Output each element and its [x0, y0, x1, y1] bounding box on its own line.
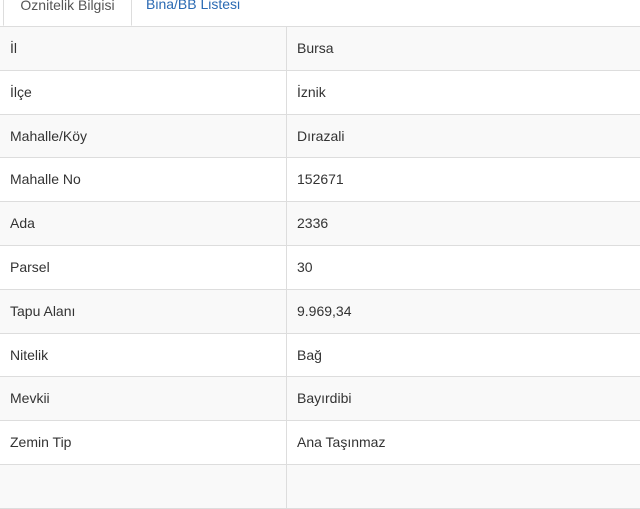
table-row: Mahalle/Köy Dırazali [0, 114, 640, 159]
row-value: Bağ [297, 346, 322, 363]
row-label: Mahalle No [10, 171, 81, 188]
row-value: Ana Taşınmaz [297, 434, 386, 451]
column-divider [286, 289, 287, 333]
row-value: 9.969,34 [297, 302, 352, 319]
table-row: İlçe İznik [0, 70, 640, 115]
table-row: Tapu Alanı 9.969,34 [0, 289, 640, 334]
row-value: Bursa [297, 40, 334, 56]
table-row [0, 464, 640, 509]
table-row: Mevkii Bayırdibi [0, 377, 640, 422]
row-value: 152671 [297, 171, 344, 188]
column-divider [286, 70, 287, 114]
column-divider [286, 464, 287, 508]
row-label: Nitelik [10, 346, 49, 363]
row-label: İlçe [10, 83, 32, 100]
table-row: Nitelik Bağ [0, 333, 640, 378]
tab-bina-bb-listesi[interactable]: Bina/BB Listesi [146, 0, 240, 26]
row-value: Bayırdibi [297, 390, 352, 407]
row-value: İznik [297, 83, 326, 100]
table-row: İl Bursa [0, 27, 640, 71]
table-row: Mahalle No 152671 [0, 158, 640, 203]
row-label: Zemin Tip [10, 434, 72, 451]
row-value: 30 [297, 258, 313, 275]
column-divider [286, 114, 287, 158]
column-divider [286, 377, 287, 421]
row-label: Mahalle/Köy [10, 127, 88, 144]
tab-oznitelik-bilgisi[interactable]: Öznitelik Bilgisi [3, 0, 132, 26]
row-label: Tapu Alanı [10, 302, 76, 319]
column-divider [286, 27, 287, 70]
table-row: Parsel 30 [0, 245, 640, 290]
row-label: Ada [10, 215, 35, 232]
column-divider [286, 421, 287, 464]
column-divider [286, 245, 287, 289]
column-divider [286, 333, 287, 377]
row-label: Mevkii [10, 390, 50, 407]
row-label: İl [10, 40, 17, 56]
column-divider [286, 202, 287, 245]
attribute-table: İl Bursa İlçe İznik Mahalle/Köy Dırazali… [0, 27, 640, 509]
row-value: Dırazali [297, 127, 345, 144]
tab-bar: Öznitelik Bilgisi Bina/BB Listesi [0, 0, 640, 27]
table-row: Ada 2336 [0, 202, 640, 246]
table-row: Zemin Tip Ana Taşınmaz [0, 421, 640, 465]
row-label: Parsel [10, 258, 50, 275]
column-divider [286, 158, 287, 202]
row-value: 2336 [297, 215, 329, 232]
